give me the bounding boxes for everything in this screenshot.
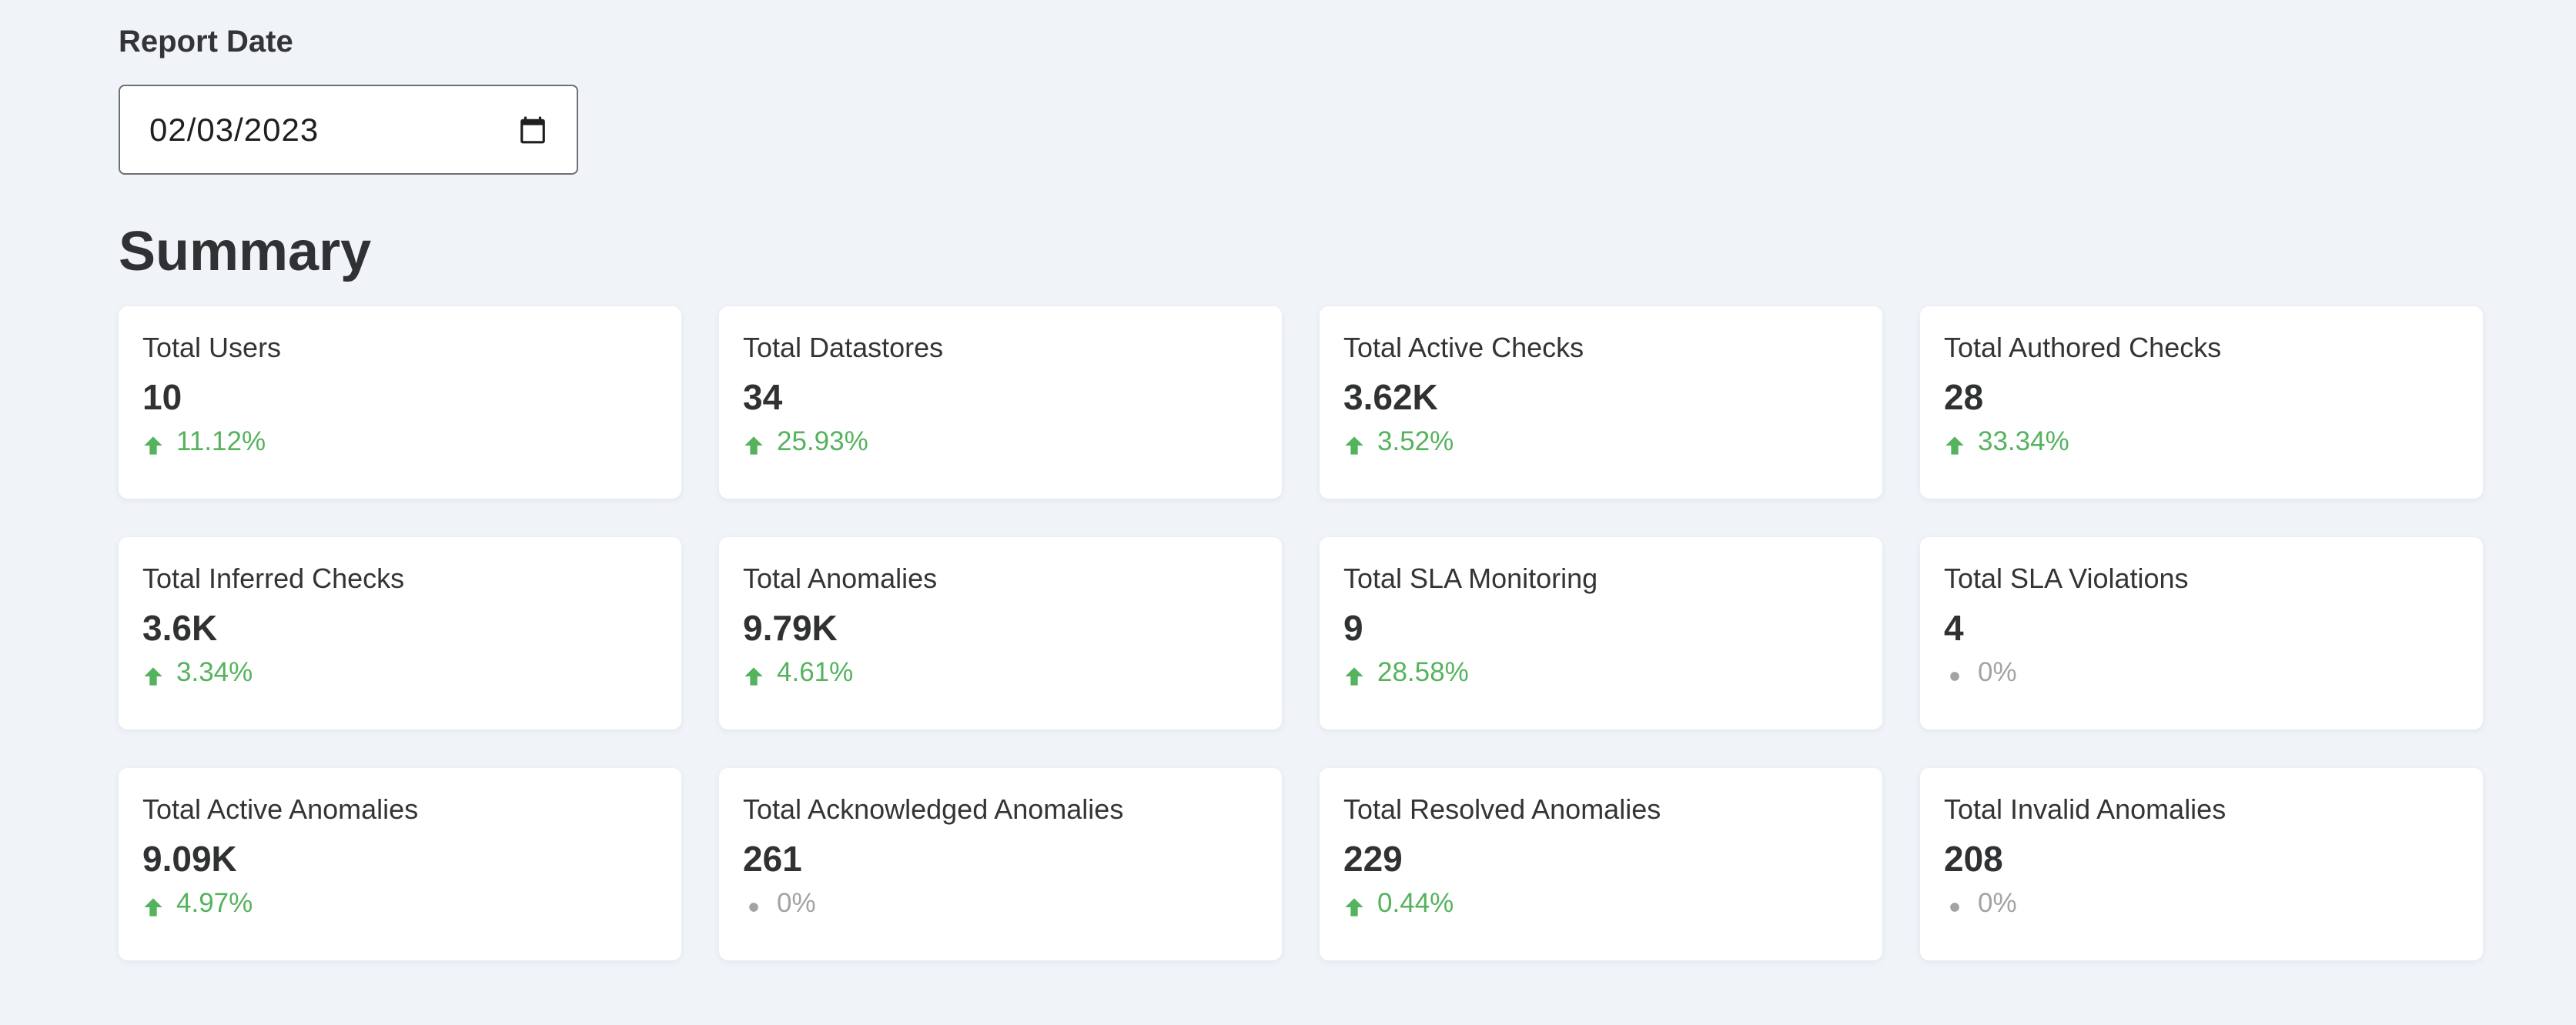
arrow-up-icon: [743, 431, 764, 455]
card-label: Total Resolved Anomalies: [1343, 793, 1661, 825]
card-label: Total SLA Violations: [1944, 563, 2189, 594]
card-change-value: 4.61%: [777, 657, 854, 687]
card-label: Total Invalid Anomalies: [1944, 793, 2226, 825]
card-value: 9.09K: [142, 839, 237, 879]
card-label: Total Users: [142, 332, 282, 363]
report-date-input[interactable]: 02/03/2023: [119, 85, 578, 175]
arrow-up-icon: [1343, 893, 1365, 916]
card-change-value: 11.12%: [176, 426, 266, 456]
card-change: 11.12%: [142, 425, 657, 459]
dot-icon: [1944, 662, 1965, 683]
card-change-value: 0%: [777, 888, 816, 918]
arrow-up-icon: [1343, 662, 1365, 686]
arrow-up-icon: [142, 893, 164, 916]
card-change-value: 25.93%: [777, 426, 868, 456]
report-date-label: Report Date: [119, 25, 293, 58]
card-change: 33.34%: [1944, 425, 2459, 459]
card-change: 0%: [1944, 886, 2459, 920]
summary-card: Total Anomalies 9.79K 4.61%: [719, 537, 1282, 730]
card-value: 28: [1944, 377, 1984, 417]
report-date-value[interactable]: 02/03/2023: [149, 112, 518, 149]
card-change-value: 3.52%: [1377, 426, 1454, 456]
card-change-value: 3.34%: [176, 657, 253, 687]
summary-card: Total Active Checks 3.62K 3.52%: [1320, 306, 1882, 499]
arrow-up-icon: [1944, 431, 1965, 455]
summary-card: Total Active Anomalies 9.09K 4.97%: [119, 768, 681, 960]
card-value: 34: [743, 377, 783, 417]
card-change-value: 4.97%: [176, 888, 253, 918]
card-change-value: 28.58%: [1377, 657, 1469, 687]
summary-card: Total SLA Violations 4 0%: [1920, 537, 2483, 730]
card-change: 4.61%: [743, 656, 1258, 689]
card-label: Total Anomalies: [743, 563, 938, 594]
card-value: 261: [743, 839, 802, 879]
card-label: Total Inferred Checks: [142, 563, 405, 594]
dot-icon: [1944, 893, 1965, 914]
summary-card: Total Inferred Checks 3.6K 3.34%: [119, 537, 681, 730]
calendar-icon[interactable]: [518, 115, 547, 145]
card-change: 3.34%: [142, 656, 657, 689]
card-value: 229: [1343, 839, 1403, 879]
arrow-up-icon: [142, 662, 164, 686]
card-label: Total Active Checks: [1343, 332, 1584, 363]
card-change: 0%: [1944, 656, 2459, 689]
summary-card: Total SLA Monitoring 9 28.58%: [1320, 537, 1882, 730]
card-label: Total Authored Checks: [1944, 332, 2222, 363]
card-label: Total Acknowledged Anomalies: [743, 793, 1124, 825]
summary-card: Total Users 10 11.12%: [119, 306, 681, 499]
arrow-up-icon: [142, 431, 164, 455]
summary-card-grid: Total Users 10 11.12% Total Datastores 3…: [119, 306, 2484, 960]
card-change-value: 0%: [1978, 657, 2017, 687]
card-change: 3.52%: [1343, 425, 1858, 459]
arrow-up-icon: [743, 662, 764, 686]
summary-card: Total Resolved Anomalies 229 0.44%: [1320, 768, 1882, 960]
card-value: 9: [1343, 608, 1363, 648]
card-change: 0.44%: [1343, 886, 1858, 920]
card-change-value: 0.44%: [1377, 888, 1454, 918]
summary-card: Total Acknowledged Anomalies 261 0%: [719, 768, 1282, 960]
arrow-up-icon: [1343, 431, 1365, 455]
card-change: 4.97%: [142, 886, 657, 920]
card-value: 10: [142, 377, 182, 417]
card-value: 208: [1944, 839, 2003, 879]
card-label: Total SLA Monitoring: [1343, 563, 1598, 594]
card-value: 9.79K: [743, 608, 838, 648]
dot-icon: [743, 893, 764, 914]
card-label: Total Datastores: [743, 332, 944, 363]
card-value: 4: [1944, 608, 1964, 648]
summary-card: Total Invalid Anomalies 208 0%: [1920, 768, 2483, 960]
card-change: 28.58%: [1343, 656, 1858, 689]
summary-card: Total Authored Checks 28 33.34%: [1920, 306, 2483, 499]
card-value: 3.6K: [142, 608, 218, 648]
summary-title: Summary: [119, 221, 372, 282]
card-value: 3.62K: [1343, 377, 1438, 417]
card-label: Total Active Anomalies: [142, 793, 419, 825]
summary-card: Total Datastores 34 25.93%: [719, 306, 1282, 499]
card-change-value: 0%: [1978, 888, 2017, 918]
card-change: 25.93%: [743, 425, 1258, 459]
card-change-value: 33.34%: [1978, 426, 2069, 456]
card-change: 0%: [743, 886, 1258, 920]
